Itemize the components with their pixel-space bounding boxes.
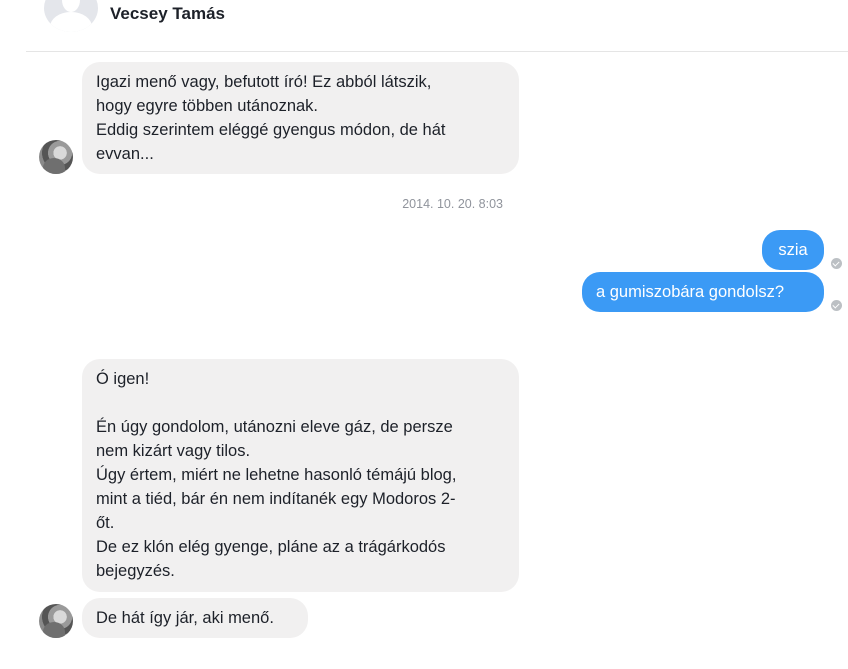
message-bubble-incoming: De hát így jár, aki menő. bbox=[82, 598, 308, 638]
header-divider bbox=[26, 51, 848, 52]
message-bubble-incoming: Igazi menő vagy, befutott író! Ez abból … bbox=[82, 62, 519, 174]
message-timestamp: 2014. 10. 20. 8:03 bbox=[402, 197, 503, 211]
sender-avatar[interactable] bbox=[39, 604, 73, 638]
message-bubble-outgoing: szia bbox=[762, 230, 824, 270]
message-bubble-outgoing: a gumiszobára gondolsz? bbox=[582, 272, 824, 312]
sender-avatar[interactable] bbox=[39, 140, 73, 174]
contact-name[interactable]: Vecsey Tamás bbox=[110, 4, 225, 24]
seen-check-icon bbox=[831, 300, 842, 311]
seen-check-icon bbox=[831, 258, 842, 269]
person-silhouette-icon bbox=[62, 0, 80, 12]
message-bubble-incoming: Ó igen! Én úgy gondolom, utánozni eleve … bbox=[82, 359, 519, 592]
contact-avatar[interactable] bbox=[44, 0, 98, 32]
conversation-header: Vecsey Tamás bbox=[0, 0, 848, 52]
